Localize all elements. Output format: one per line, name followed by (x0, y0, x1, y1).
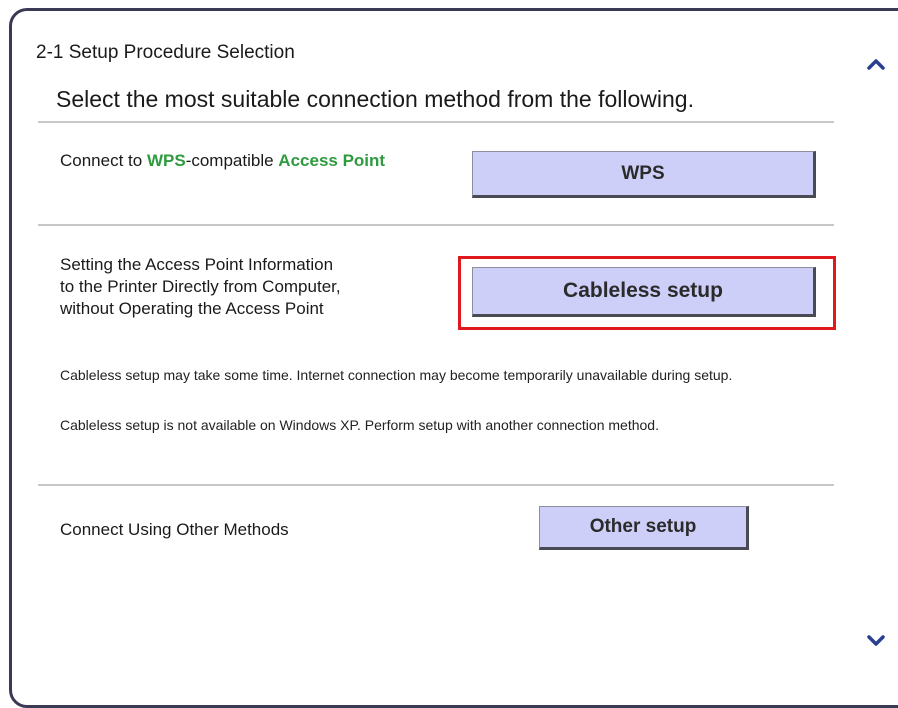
label-text: Connect to (60, 151, 147, 170)
cableless-setup-button[interactable]: Cableless setup (472, 267, 816, 317)
label-line: Setting the Access Point Information (60, 255, 334, 274)
cableless-note-time: Cableless setup may take some time. Inte… (60, 367, 733, 383)
access-point-highlight-text: Access Point (278, 151, 386, 170)
divider (38, 484, 834, 486)
dialog-frame (9, 8, 898, 708)
label-line: to the Printer Directly from Computer, (60, 277, 341, 296)
wps-option-label: Connect to WPS-compatible Access Point (60, 150, 440, 172)
divider (38, 224, 834, 226)
label-line: without Operating the Access Point (60, 299, 324, 318)
step-title: 2-1 Setup Procedure Selection (36, 42, 295, 63)
wps-highlight-text: WPS (146, 151, 186, 170)
chevron-up-icon[interactable] (864, 52, 888, 76)
divider (38, 121, 834, 123)
page-subtitle: Select the most suitable connection meth… (56, 86, 694, 112)
cableless-option-label: Setting the Access Point Information to … (60, 254, 341, 320)
wps-button[interactable]: WPS (472, 151, 816, 198)
cableless-note-xp: Cableless setup is not available on Wind… (60, 417, 659, 433)
other-option-label: Connect Using Other Methods (60, 520, 289, 539)
chevron-down-icon[interactable] (864, 629, 888, 653)
label-text: -compatible (185, 151, 279, 170)
other-setup-button[interactable]: Other setup (539, 506, 749, 550)
